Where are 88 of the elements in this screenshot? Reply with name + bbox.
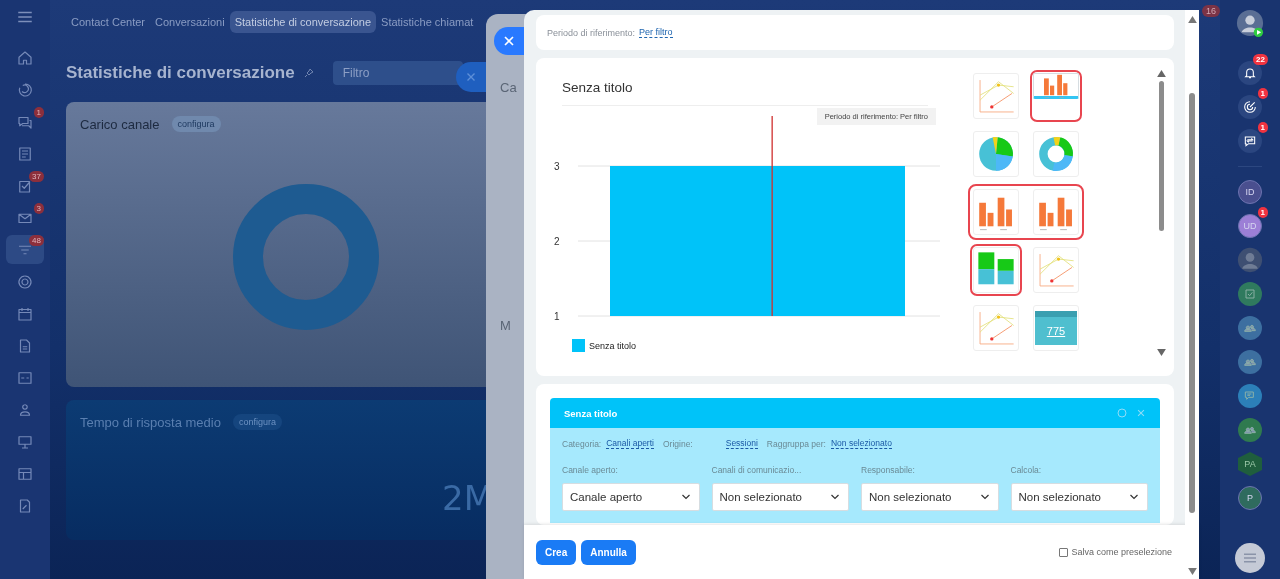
tab[interactable]: Statistiche chiamat	[376, 11, 479, 33]
bell-icon	[1242, 65, 1258, 81]
pin-icon[interactable]	[302, 67, 315, 79]
dropdown[interactable]: Non selezionato	[711, 483, 849, 511]
dropdown[interactable]: Canale aperto	[562, 483, 700, 511]
initials-avatar[interactable]: PA	[1238, 452, 1262, 476]
action-button[interactable]: Annulla	[581, 539, 636, 565]
scrollbar[interactable]	[1189, 93, 1195, 513]
count-badge: 1	[1257, 122, 1268, 133]
list-icon	[16, 144, 34, 163]
count-badge: 48	[29, 235, 44, 246]
configure-button[interactable]: configura	[171, 116, 221, 132]
chart-type-thumbnail[interactable]	[973, 131, 1019, 177]
filter-link[interactable]: Canali aperti	[606, 438, 654, 449]
chart-type-thumbnail[interactable]	[973, 305, 1019, 351]
dropdown[interactable]: Non selezionato	[861, 483, 999, 511]
swirl-icon	[16, 80, 34, 99]
chart-type-thumbnail[interactable]	[1033, 73, 1079, 99]
sidebar-item[interactable]: 48	[6, 235, 44, 264]
initials-avatar[interactable]: ID	[1238, 180, 1262, 204]
scrollbar[interactable]	[1158, 81, 1164, 231]
field-label: Canali di comunicazio...	[711, 465, 803, 475]
scroll-down-icon[interactable]	[1187, 568, 1197, 575]
axis-label: 1	[554, 311, 560, 322]
sidebar-item[interactable]: 3	[6, 203, 44, 232]
tab[interactable]: Statistiche di conversazione	[229, 11, 377, 33]
chat-icon	[1242, 133, 1258, 149]
chat-button[interactable]	[1238, 384, 1262, 408]
tab[interactable]: Contact Center	[66, 11, 150, 33]
count-badge: 22	[1253, 54, 1268, 65]
task-icon	[1242, 286, 1258, 302]
count-badge: 3	[33, 203, 44, 214]
tab[interactable]: Conversazioni	[150, 11, 230, 33]
configure-button[interactable]: configura	[232, 414, 282, 430]
page-title: Statistiche di conversazione	[66, 63, 295, 83]
dropdown[interactable]: Non selezionato	[1010, 483, 1148, 511]
menu-icon[interactable]	[1235, 542, 1265, 574]
group-button[interactable]	[1238, 350, 1262, 374]
field-label: Calcola:	[1010, 465, 1043, 475]
sidebar-item[interactable]: 37	[6, 171, 44, 200]
count-badge: 1	[1257, 207, 1268, 218]
chart-title: Senza titolo	[562, 80, 928, 106]
report-title: Senza titolo	[564, 407, 618, 419]
chart-type-thumbnail[interactable]	[1033, 131, 1079, 177]
count-badge: 16	[1202, 5, 1220, 17]
checkbox[interactable]	[1059, 547, 1069, 557]
user-avatar[interactable]	[1236, 9, 1264, 37]
legend-label: Senza titolo	[589, 340, 637, 351]
count-badge: 37	[29, 171, 44, 182]
scroll-up-icon[interactable]	[1156, 70, 1166, 77]
field-label: Responsabile:	[861, 465, 916, 475]
filter-label: Raggruppa per:	[766, 438, 826, 449]
count-badge: 1	[33, 107, 44, 118]
filter-label: Origine:	[662, 438, 693, 449]
filter-link[interactable]: Sessioni	[725, 438, 758, 449]
initials-avatar[interactable]: P	[1238, 486, 1262, 510]
chart-type-thumbnail[interactable]	[973, 189, 1019, 235]
axis-label: 2	[554, 236, 560, 247]
sidebar-item[interactable]: 1	[6, 107, 44, 136]
chart-type-thumbnail[interactable]	[1033, 189, 1079, 235]
close-button[interactable]	[456, 62, 486, 92]
group-button[interactable]	[1238, 316, 1262, 340]
target-button[interactable]	[1238, 95, 1262, 119]
target-icon	[1242, 99, 1258, 115]
card-title: Tempo di risposta medio	[80, 414, 221, 430]
chat-button[interactable]	[1238, 129, 1262, 153]
close-button[interactable]	[494, 27, 524, 55]
chart-type-thumbnail[interactable]	[973, 73, 1019, 119]
group-button[interactable]	[1238, 418, 1262, 442]
period-label: Periodo di riferimento:	[547, 27, 636, 38]
panel-text: M	[500, 318, 511, 333]
count-badge: 1	[1257, 88, 1268, 99]
axis-label: 3	[554, 161, 560, 172]
filter-link[interactable]: Non selezionato	[830, 438, 892, 449]
thumbnail-number: 775	[1046, 325, 1066, 337]
checkbox-label[interactable]: Salva come preselezione	[1071, 547, 1172, 557]
filter-label: Categoria:	[562, 438, 602, 449]
task-button[interactable]	[1238, 282, 1262, 306]
card-title: Carico canale	[80, 116, 160, 132]
scroll-up-icon[interactable]	[1187, 16, 1197, 23]
field-label: Canale aperto:	[562, 465, 619, 475]
scroll-down-icon[interactable]	[1156, 349, 1166, 356]
action-button[interactable]: Crea	[536, 539, 577, 565]
bell-button[interactable]	[1238, 61, 1262, 85]
chart-type-thumbnail[interactable]	[1033, 247, 1079, 293]
panel-text: Ca	[500, 80, 517, 95]
period-link[interactable]: Per filtro	[639, 27, 673, 38]
filter-field[interactable]: Filtro	[332, 61, 463, 85]
